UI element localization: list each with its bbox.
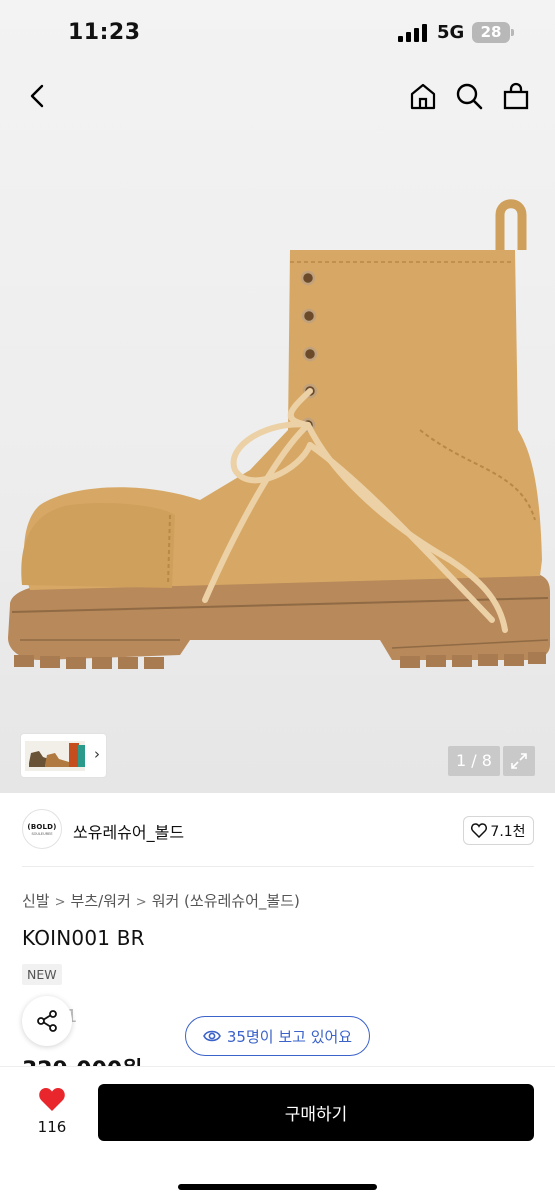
divider <box>22 866 534 867</box>
network-label: 5G <box>437 22 465 43</box>
brand-row: (BOLD) SOULEUREE 쏘유레슈어_볼드 7.1천 <box>0 800 555 862</box>
breadcrumb-item[interactable]: 부츠/워커 <box>71 892 131 910</box>
chevron-right-icon: > <box>135 895 147 910</box>
buy-button[interactable]: 구매하기 <box>98 1084 534 1141</box>
product-name: KOIN001 BR <box>22 926 145 950</box>
heart-outline-icon <box>471 823 488 838</box>
breadcrumb-item[interactable]: 워커 (쏘유레슈어_볼드) <box>152 892 300 910</box>
battery-icon: 28 <box>472 22 510 43</box>
chevron-right-icon: › <box>94 745 100 763</box>
product-image-area[interactable]: 11:23 5G 28 › 1 / 8 <box>0 0 555 793</box>
search-icon <box>456 83 483 110</box>
eye-icon <box>202 1030 221 1042</box>
share-icon <box>37 1010 57 1032</box>
brand-like-button[interactable]: 7.1천 <box>463 816 534 845</box>
cart-button[interactable] <box>498 78 534 114</box>
expand-icon <box>511 753 527 769</box>
wishlist-button[interactable]: 116 <box>22 1087 82 1136</box>
bottom-action-bar: 116 구매하기 <box>0 1066 555 1200</box>
search-button[interactable] <box>451 78 487 114</box>
breadcrumb: 신발 > 부츠/워커 > 워커 (쏘유레슈어_볼드) <box>22 890 300 911</box>
status-time: 11:23 <box>68 20 141 45</box>
share-button[interactable] <box>22 996 72 1046</box>
back-button[interactable] <box>20 78 56 114</box>
brand-like-count: 7.1천 <box>490 823 526 840</box>
breadcrumb-item[interactable]: 신발 <box>22 892 50 910</box>
thumbnail-strip[interactable]: › <box>20 733 107 778</box>
shopping-bag-icon <box>503 82 529 110</box>
new-badge: NEW <box>22 964 62 985</box>
brand-logo[interactable]: (BOLD) SOULEUREE <box>22 809 62 849</box>
viewers-text: 35명이 보고 있어요 <box>226 1027 353 1046</box>
top-navigation <box>0 72 555 120</box>
thumbnail-images <box>25 740 85 771</box>
battery-cap <box>511 29 514 36</box>
signal-icon <box>398 24 427 42</box>
chevron-right-icon: > <box>54 895 66 910</box>
expand-button[interactable] <box>503 746 535 776</box>
brand-logo-subtext: SOULEUREE <box>31 831 53 836</box>
home-button[interactable] <box>405 78 441 114</box>
heart-filled-icon <box>39 1088 65 1111</box>
home-icon <box>410 83 436 110</box>
image-counter: 1 / 8 <box>448 746 500 776</box>
chevron-left-icon <box>30 84 44 108</box>
wishlist-count: 116 <box>37 1118 67 1136</box>
viewers-badge: 35명이 보고 있어요 <box>185 1016 370 1056</box>
boot-product-image <box>8 199 550 669</box>
brand-name[interactable]: 쏘유레슈어_볼드 <box>73 819 184 843</box>
brand-logo-text: (BOLD) <box>27 822 57 831</box>
status-bar: 11:23 5G 28 <box>0 0 555 64</box>
home-indicator <box>178 1184 377 1190</box>
